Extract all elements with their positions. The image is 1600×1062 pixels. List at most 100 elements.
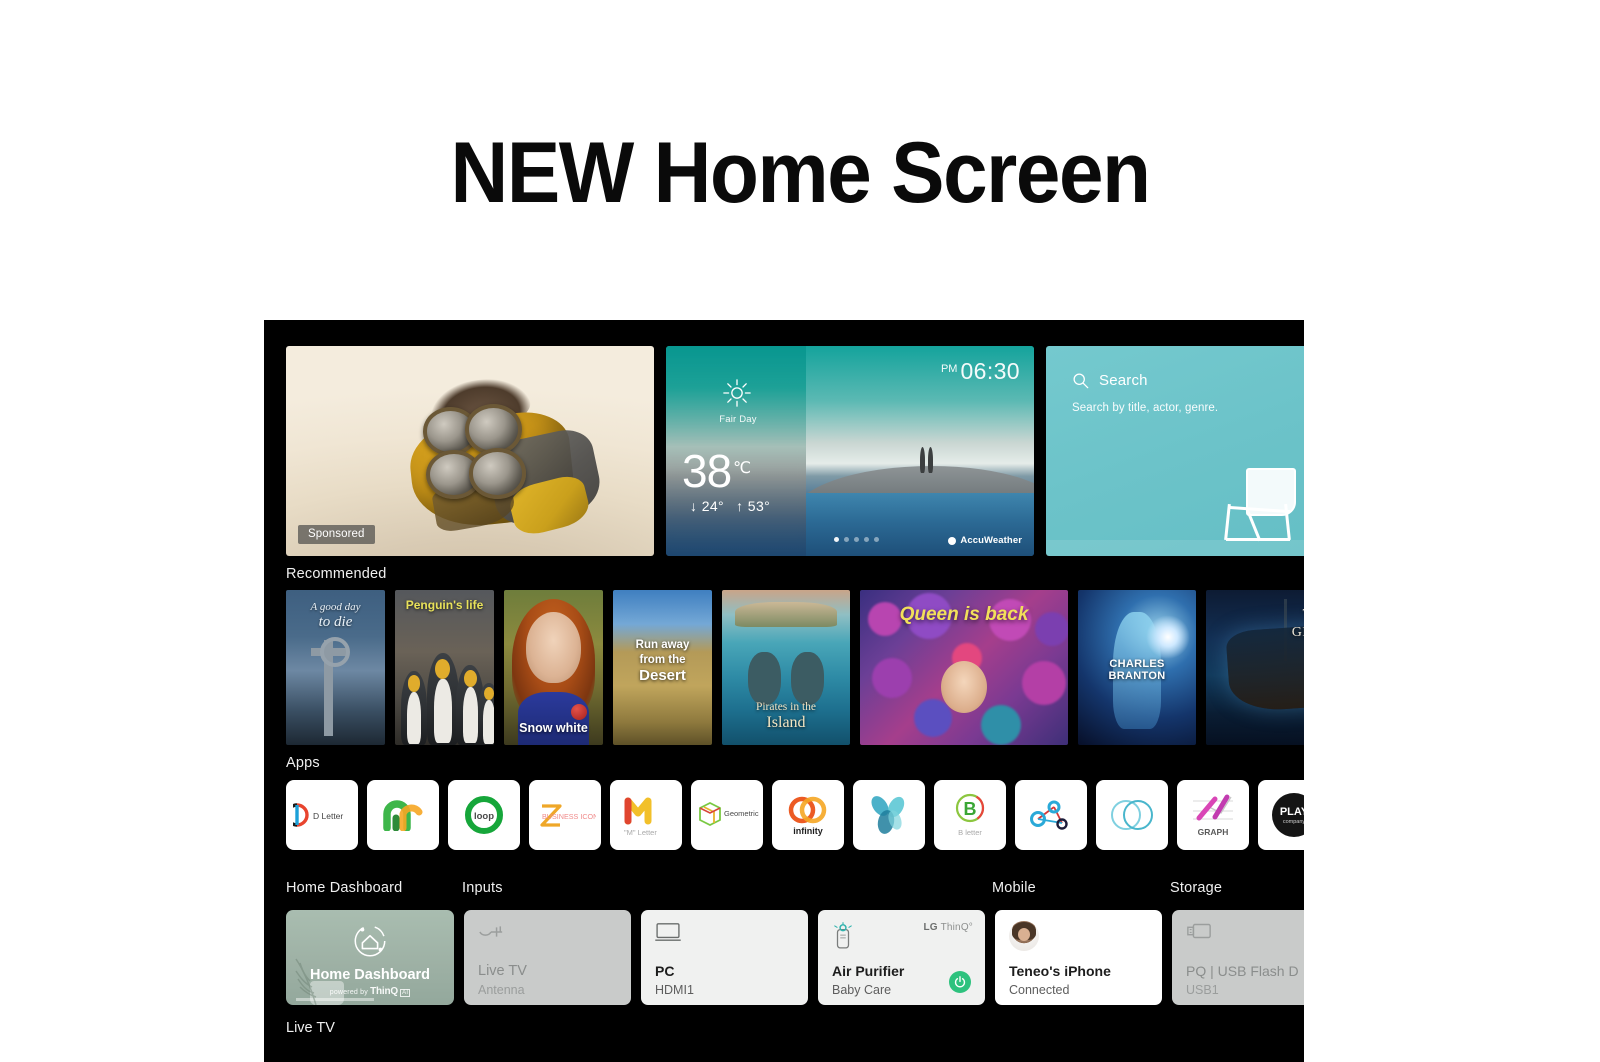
dashboard-card-home-dashboard[interactable]: Home Dashboard powered by ThinQ AI: [286, 910, 454, 1005]
apps-row[interactable]: D Letter loop BUSINESS ICON "M" Letter G…: [286, 780, 1304, 850]
section-label-storage: Storage: [1170, 880, 1223, 896]
app-tile-double-circle[interactable]: [1096, 780, 1168, 850]
recommended-row[interactable]: A good day to die Penguin's life Snow whi…: [286, 590, 1304, 745]
sponsored-ad-card[interactable]: Sponsored: [286, 346, 654, 556]
section-label-recommended: Recommended: [286, 566, 387, 582]
tile-caption: Queen is back: [899, 604, 1029, 625]
app-tile-infinity[interactable]: infinity: [772, 780, 844, 850]
app-tile-geometric[interactable]: Geometric: [691, 780, 763, 850]
tile-caption: THE DARKGHOST SHIP: [1291, 607, 1304, 640]
svg-text:B: B: [964, 799, 977, 819]
dashboard-card-subtitle: Connected: [1009, 983, 1070, 997]
antenna-input-icon: [479, 926, 503, 937]
chair-illustration: [1222, 468, 1304, 542]
recommended-tile[interactable]: Snow white: [504, 590, 603, 745]
search-label: Search: [1099, 372, 1148, 389]
sponsored-badge: Sponsored: [298, 525, 375, 544]
b-letter-icon: B B letter: [955, 793, 985, 837]
dashboard-card-live-tv[interactable]: Live TV Antenna: [464, 910, 631, 1005]
app-tile-graph[interactable]: GRAPH: [1177, 780, 1249, 850]
tile-caption-line1: Run away: [635, 639, 690, 651]
carousel-dot[interactable]: [854, 537, 859, 542]
carousel-dot[interactable]: [864, 537, 869, 542]
dashboard-card-iphone[interactable]: Teneo's iPhone Connected: [995, 910, 1162, 1005]
app-tile-leaf[interactable]: [853, 780, 925, 850]
search-header[interactable]: Search: [1072, 372, 1148, 389]
leaf-teal-icon: [871, 796, 905, 834]
dashboard-card-air-purifier[interactable]: LG ThinQ° Air Purifier Baby Care: [818, 910, 985, 1005]
section-label-inputs: Inputs: [462, 880, 503, 896]
section-label-live-tv: Live TV: [286, 1020, 335, 1036]
app-tile-play-company[interactable]: PLAY company: [1258, 780, 1304, 850]
recommended-tile[interactable]: A good day to die: [286, 590, 385, 745]
app-tile-m-arch[interactable]: [367, 780, 439, 850]
weather-high: ↑ 53°: [736, 498, 771, 514]
svg-text:B letter: B letter: [958, 828, 982, 837]
lg-thinq-brand: LG ThinQ°: [923, 922, 973, 933]
dashboard-card-subtitle: Baby Care: [832, 983, 892, 997]
clock: PM 06:30: [941, 358, 1020, 385]
water-shape: [806, 493, 1034, 556]
avatar: [1009, 921, 1039, 951]
app-tile-d-letter[interactable]: D Letter: [286, 780, 358, 850]
dashboard-card-subtitle: USB1: [1186, 983, 1219, 997]
recommended-tile[interactable]: Penguin's life: [395, 590, 494, 745]
app-tile-b-letter[interactable]: B B letter: [934, 780, 1006, 850]
dashboard-card-pc[interactable]: PC HDMI1: [641, 910, 808, 1005]
search-icon: [1073, 373, 1089, 389]
search-hint: Search by title, actor, genre.: [1072, 402, 1219, 414]
weather-card[interactable]: Fair Day 38 ℃ ↓ 24° ↑ 53° PM 06:30 AccuW…: [666, 346, 1034, 556]
dashboard-card-title: Teneo's iPhone: [1009, 963, 1111, 979]
m-letter-icon: "M" Letter: [624, 797, 657, 837]
geometric-cube-icon: Geometric: [699, 801, 759, 827]
app-tile-molecule[interactable]: [1015, 780, 1087, 850]
search-floor: [1046, 540, 1304, 556]
dashboard-card-subtitle: Antenna: [478, 983, 525, 997]
app-tile-business[interactable]: BUSINESS ICON: [529, 780, 601, 850]
section-label-mobile: Mobile: [992, 880, 1036, 896]
recommended-tile[interactable]: THE DARKGHOST SHIP: [1206, 590, 1304, 745]
tile-caption: CHARLES BRANTON: [1108, 658, 1166, 682]
svg-text:D Letter: D Letter: [313, 811, 343, 821]
tile-caption: Pirates in the Island: [755, 701, 817, 731]
app-tile-m-letter[interactable]: "M" Letter: [610, 780, 682, 850]
tile-caption: A good day to die: [310, 601, 361, 630]
tile-caption: Run away from the Desert: [635, 639, 690, 684]
svg-text:infinity: infinity: [793, 826, 823, 836]
dashboard-card-usb[interactable]: PQ | USB Flash D USB1: [1172, 910, 1304, 1005]
page-title: NEW Home Screen: [450, 124, 1150, 221]
infinity-rings-icon: infinity: [788, 796, 827, 836]
recommended-tile[interactable]: Pirates in the Island: [722, 590, 850, 745]
dashboard-card-title: Home Dashboard: [309, 967, 431, 983]
power-icon: [954, 976, 966, 988]
carousel-dot[interactable]: [844, 537, 849, 542]
monitor-icon: [655, 923, 681, 941]
dashboard-card-title: PC: [655, 963, 675, 979]
page-root: NEW Home Screen Sponsored Fair Day 38 ℃ …: [0, 0, 1600, 1062]
tree-icon: [928, 446, 933, 473]
clock-time: 06:30: [960, 358, 1020, 384]
search-card[interactable]: Search Search by title, actor, genre.: [1046, 346, 1304, 556]
tile-caption: Snow white: [519, 721, 588, 735]
svg-text:GRAPH: GRAPH: [1198, 827, 1229, 837]
ad-figure: [405, 372, 607, 544]
weather-temperature: 38 ℃: [682, 446, 751, 494]
dashboard-card-title: PQ | USB Flash D: [1186, 963, 1299, 979]
recommended-tile[interactable]: Queen is back: [860, 590, 1068, 745]
tile-caption-line2: from the: [639, 654, 686, 666]
carousel-dots[interactable]: [834, 537, 879, 542]
recommended-tile[interactable]: CHARLES BRANTON: [1078, 590, 1196, 745]
svg-text:loop: loop: [474, 811, 494, 822]
hero-row: Sponsored Fair Day 38 ℃ ↓ 24° ↑ 53° PM 0…: [286, 346, 1304, 556]
dashboard-row[interactable]: Home Dashboard powered by ThinQ AI Live …: [286, 910, 1304, 1005]
svg-text:BUSINESS ICON: BUSINESS ICON: [542, 812, 596, 821]
recommended-tile[interactable]: Run away from the Desert: [613, 590, 712, 745]
svg-text:"M" Letter: "M" Letter: [624, 828, 657, 837]
app-tile-loop[interactable]: loop: [448, 780, 520, 850]
carousel-dot[interactable]: [874, 537, 879, 542]
clock-ampm: PM: [940, 363, 958, 375]
weather-condition: Fair Day: [719, 414, 757, 425]
carousel-dot[interactable]: [834, 537, 839, 542]
temp-unit: ℃: [733, 460, 752, 477]
power-toggle-button[interactable]: [949, 971, 971, 993]
